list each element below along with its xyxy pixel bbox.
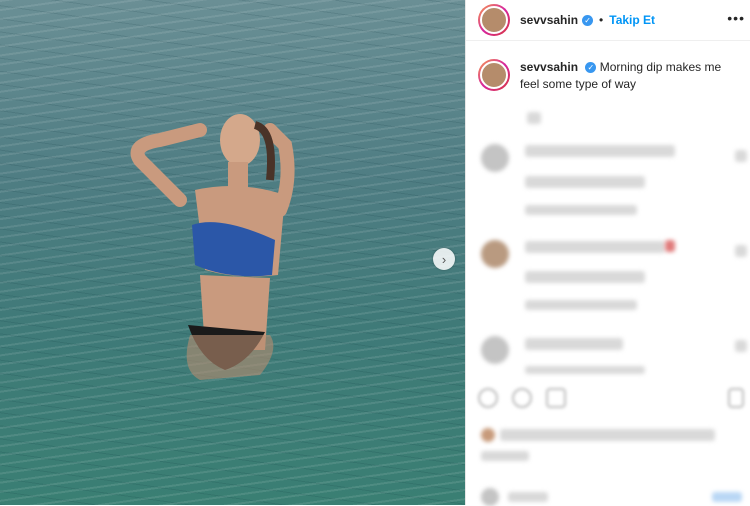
blurred-like-icon bbox=[735, 150, 747, 162]
share-icon[interactable] bbox=[546, 388, 566, 408]
blurred-comment-line bbox=[525, 366, 645, 374]
caption-avatar[interactable] bbox=[478, 59, 510, 91]
blurred-avatar bbox=[481, 240, 509, 268]
blurred-like-icon bbox=[735, 340, 747, 352]
post-header: sevvsahin ✓ • Takip Et ••• bbox=[466, 0, 750, 41]
caption: sevvsahin ✓ Morning dip makes me feel so… bbox=[466, 41, 750, 93]
blurred-likes-line bbox=[481, 451, 529, 461]
blurred-timestamp bbox=[527, 112, 541, 124]
comment-icon[interactable] bbox=[512, 388, 532, 408]
blurred-comment-line bbox=[525, 145, 675, 157]
person-figure bbox=[130, 114, 295, 380]
blurred-comment-line bbox=[525, 338, 623, 350]
more-options-icon[interactable]: ••• bbox=[727, 10, 745, 26]
next-photo-button[interactable]: › bbox=[433, 248, 455, 270]
post-photo[interactable]: › bbox=[0, 0, 465, 505]
blurred-comment-input bbox=[508, 492, 548, 502]
blurred-comment-line bbox=[525, 176, 645, 188]
blurred-comment-meta bbox=[525, 300, 637, 310]
blurred-comment-meta bbox=[525, 205, 637, 215]
verified-badge-icon: ✓ bbox=[582, 14, 594, 26]
save-icon[interactable] bbox=[728, 388, 744, 408]
caption-verified-badge-icon: ✓ bbox=[585, 62, 597, 74]
like-icon[interactable] bbox=[478, 388, 498, 408]
blurred-post-button bbox=[712, 492, 742, 502]
blurred-avatar bbox=[481, 336, 509, 364]
blurred-like-icon bbox=[735, 245, 747, 257]
blurred-liker-avatar bbox=[481, 428, 495, 442]
blurred-likes-line bbox=[500, 429, 715, 441]
blurred-comment-line bbox=[525, 271, 645, 283]
blurred-emoji-icon bbox=[481, 488, 499, 506]
username[interactable]: sevvsahin bbox=[520, 13, 578, 27]
follow-button[interactable]: Takip Et bbox=[609, 13, 655, 27]
separator-dot: • bbox=[599, 13, 604, 27]
avatar[interactable] bbox=[478, 4, 510, 36]
post-actions bbox=[478, 388, 566, 408]
blurred-avatar bbox=[481, 144, 509, 172]
blurred-comment-line bbox=[525, 241, 665, 253]
blurred-emoji bbox=[665, 240, 675, 252]
caption-username[interactable]: sevvsahin bbox=[520, 60, 578, 74]
